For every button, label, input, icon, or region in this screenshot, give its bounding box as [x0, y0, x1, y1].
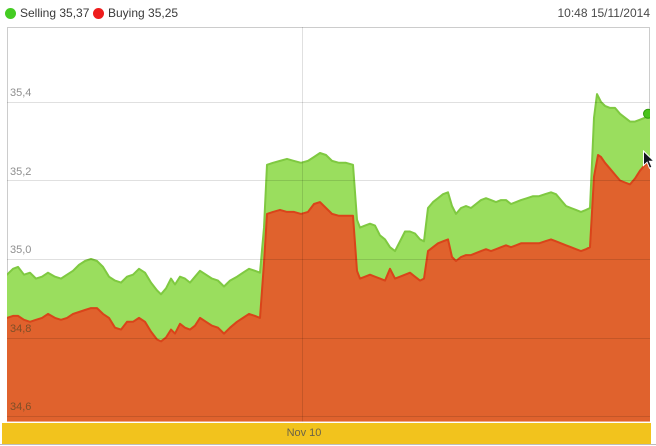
y-axis-tick-label: 35,4 — [10, 87, 31, 100]
y-axis-tick-label: 35,0 — [10, 244, 31, 257]
selling-series-dot-icon — [5, 8, 16, 19]
y-axis-tick-label: 35,2 — [10, 166, 31, 179]
bottom-border — [0, 444, 656, 445]
plot-area[interactable]: 35,4 35,2 35,0 34,8 34,6 — [7, 27, 650, 422]
last-update-timestamp: 10:48 15/11/2014 — [557, 6, 650, 20]
x-axis-date-label: Nov 10 — [269, 423, 339, 444]
buying-series-dot-icon — [93, 8, 104, 19]
mouse-cursor-icon — [642, 150, 655, 170]
y-axis-tick-label: 34,6 — [10, 401, 31, 414]
legend: Selling 35,37 Buying 35,25 10:48 15/11/2… — [0, 0, 656, 27]
price-chart-widget: { "legend": { "selling_label": "Selling … — [0, 0, 656, 446]
selling-legend-label: Selling 35,37 — [20, 6, 89, 20]
selling-end-bullet — [644, 109, 651, 118]
x-axis-band: Nov 10 — [2, 423, 651, 444]
area-chart-svg — [7, 27, 650, 422]
y-axis-tick-label: 34,8 — [10, 323, 31, 336]
buying-legend-label: Buying 35,25 — [108, 6, 178, 20]
